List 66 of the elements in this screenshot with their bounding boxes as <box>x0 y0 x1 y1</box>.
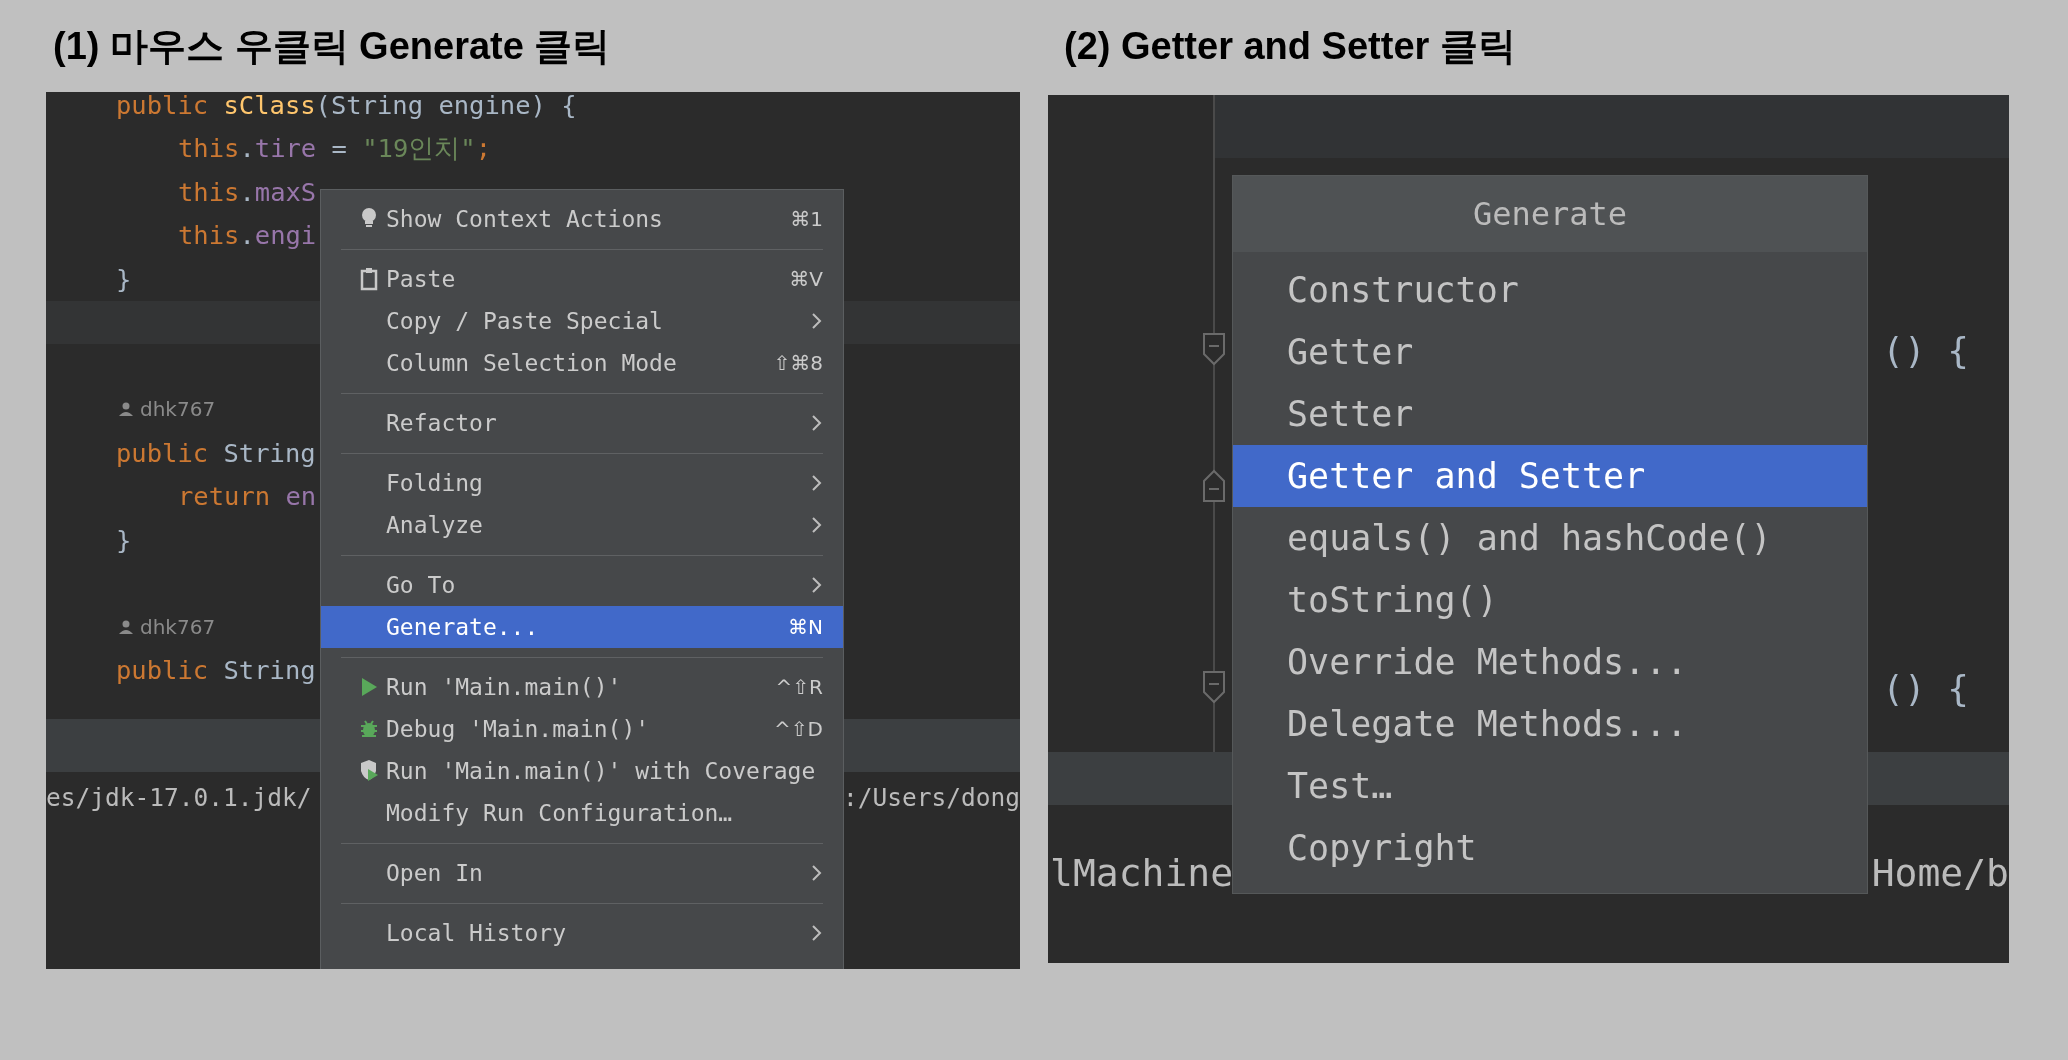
menu-item[interactable]: Show Context Actions ⌘1 <box>321 198 843 240</box>
menu-item[interactable]: Analyze <box>321 504 843 546</box>
shield-play-icon <box>359 759 379 783</box>
author-name: dhk767 <box>140 614 216 639</box>
code-line: public String <box>116 655 316 686</box>
code-line: this.engi <box>178 220 317 251</box>
menu-item[interactable]: Copyright <box>1233 817 1867 879</box>
play-icon <box>359 675 379 699</box>
console-text: es/jdk-17.0.1.jdk/ <box>46 782 312 814</box>
chevron-icon <box>811 413 823 433</box>
menu-item[interactable]: Local History <box>321 912 843 954</box>
shortcut: ⌘1 <box>790 207 823 231</box>
menu-item[interactable]: toString() <box>1233 569 1867 631</box>
menu-item[interactable]: Refactor <box>321 402 843 444</box>
shortcut: ^⇧D <box>774 717 823 741</box>
menu-item[interactable]: Debug 'Main.main()' ^⇧D <box>321 708 843 750</box>
menu-item[interactable]: Run 'Main.main()' with Coverage <box>321 750 843 792</box>
code-line: public sClass(String engine) { <box>116 92 577 120</box>
shortcut: ^⇧R <box>775 675 823 699</box>
menu-item[interactable]: Modify Run Configuration… <box>321 792 843 834</box>
chevron-icon <box>811 515 823 535</box>
step-caption: (1) 마우스 우클릭 Generate 클릭 <box>53 23 611 69</box>
menu-item[interactable]: Generate... ⌘N <box>321 606 843 648</box>
menu-item[interactable]: Folding <box>321 462 843 504</box>
code-line: () { <box>1882 667 1969 709</box>
fold-marker-icon <box>1202 467 1226 503</box>
person-icon <box>118 618 134 635</box>
shortcut: ⌘N <box>788 615 823 639</box>
chevron-icon <box>811 923 823 943</box>
menu-item[interactable]: Open In <box>321 852 843 894</box>
code-line: this.maxS <box>178 176 317 207</box>
menu-item[interactable]: Override Methods... <box>1233 631 1867 693</box>
menu-item[interactable]: Copy / Paste Special <box>321 300 843 342</box>
console-text: :/Users/dong <box>843 782 1020 814</box>
shortcut: ⇧⌘8 <box>773 351 823 375</box>
code-line: () { <box>1882 329 1969 371</box>
code-line: this.tire = "19인치"; <box>178 131 492 165</box>
console-text: lMachine <box>1050 850 1234 897</box>
person-icon <box>118 401 134 418</box>
menu-item[interactable]: Go To <box>321 564 843 606</box>
code-line: } <box>116 263 132 294</box>
author-name: dhk767 <box>140 397 216 422</box>
console-text: Home/b <box>1871 850 2009 897</box>
menu-item[interactable]: Run 'Main.main()' ^⇧R <box>321 666 843 708</box>
chevron-icon <box>811 863 823 883</box>
code-line: public String <box>116 437 316 468</box>
menu-item[interactable]: Setter <box>1233 383 1867 445</box>
menu-item[interactable]: Column Selection Mode ⇧⌘8 <box>321 342 843 384</box>
popup-title: Generate <box>1233 176 1867 252</box>
menu-item[interactable]: Paste ⌘V <box>321 258 843 300</box>
code-line: return en <box>178 481 317 512</box>
menu-item[interactable]: Test… <box>1233 755 1867 817</box>
menu-item[interactable]: Getter and Setter <box>1233 445 1867 507</box>
menu-item[interactable]: equals() and hashCode() <box>1233 507 1867 569</box>
menu-item[interactable]: Constructor <box>1233 259 1867 321</box>
clipboard-icon <box>359 267 379 291</box>
menu-item[interactable]: Getter <box>1233 321 1867 383</box>
chevron-icon <box>811 473 823 493</box>
step-caption: (2) Getter and Setter 클릭 <box>1064 23 1516 69</box>
fold-marker-icon <box>1202 332 1226 368</box>
chevron-icon <box>811 575 823 595</box>
shortcut: ⌘V <box>789 267 823 291</box>
fold-marker-icon <box>1202 670 1226 706</box>
chevron-icon <box>811 311 823 331</box>
code-line: } <box>116 524 132 555</box>
menu-item[interactable]: Delegate Methods... <box>1233 693 1867 755</box>
